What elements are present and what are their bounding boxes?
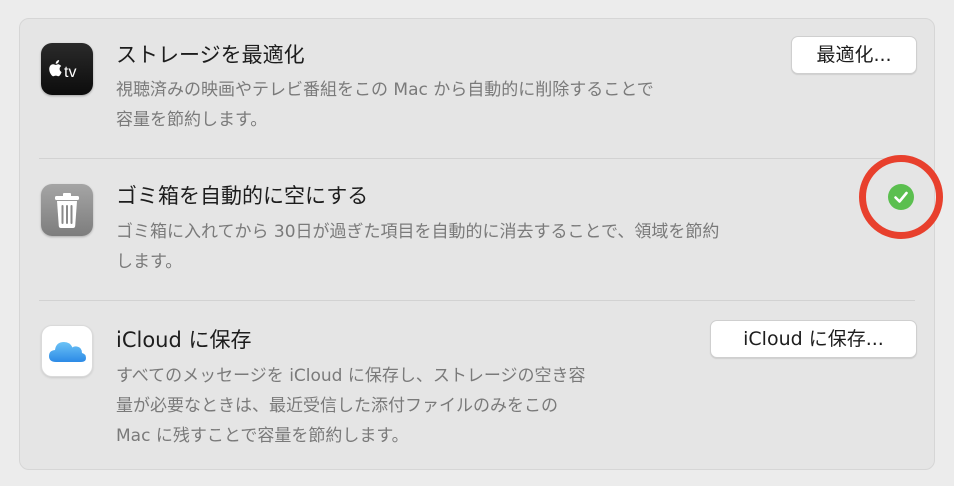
row-title: ストレージを最適化 [116, 43, 305, 67]
description-line: 量が必要なときは、最近受信した添付ファイルのみをこの [116, 396, 558, 416]
icloud-row: iCloud に保存 すべてのメッセージを iCloud に保存し、ストレージの… [20, 301, 934, 471]
row-description: 視聴済みの映画やテレビ番組をこの Mac から自動的に削除することで 容量を節約… [116, 75, 654, 135]
row-title: ゴミ箱を自動的に空にする [116, 184, 369, 208]
description-line: ゴミ箱に入れてから 30日が過ぎた項目を自動的に消去することで、領域を節約 [116, 222, 720, 242]
description-line: 視聴済みの映画やテレビ番組をこの Mac から自動的に削除することで [116, 80, 654, 100]
description-line: すべてのメッセージを iCloud に保存し、ストレージの空き容 [116, 366, 586, 386]
row-description: すべてのメッセージを iCloud に保存し、ストレージの空き容 量が必要なとき… [116, 361, 586, 451]
tv-icon: tv [41, 43, 93, 95]
row-title: iCloud に保存 [116, 328, 252, 352]
row-description: ゴミ箱に入れてから 30日が過ぎた項目を自動的に消去することで、領域を節約 しま… [116, 217, 719, 277]
description-line: 容量を節約します。 [116, 110, 268, 130]
optimize-button[interactable]: 最適化... [791, 36, 917, 74]
save-to-icloud-button[interactable]: iCloud に保存... [710, 320, 917, 358]
highlight-annotation-circle [859, 155, 943, 239]
optimize-storage-row: tv ストレージを最適化 視聴済みの映画やテレビ番組をこの Mac から自動的に… [20, 19, 934, 159]
trash-icon [41, 184, 93, 236]
description-line: します。 [116, 252, 183, 272]
svg-text:tv: tv [64, 64, 76, 81]
cloud-icon [41, 325, 93, 377]
empty-trash-row: ゴミ箱を自動的に空にする ゴミ箱に入れてから 30日が過ぎた項目を自動的に消去す… [20, 159, 934, 300]
storage-recommendations-panel: tv ストレージを最適化 視聴済みの映画やテレビ番組をこの Mac から自動的に… [19, 18, 935, 470]
description-line: Mac に残すことで容量を節約します。 [116, 426, 409, 446]
